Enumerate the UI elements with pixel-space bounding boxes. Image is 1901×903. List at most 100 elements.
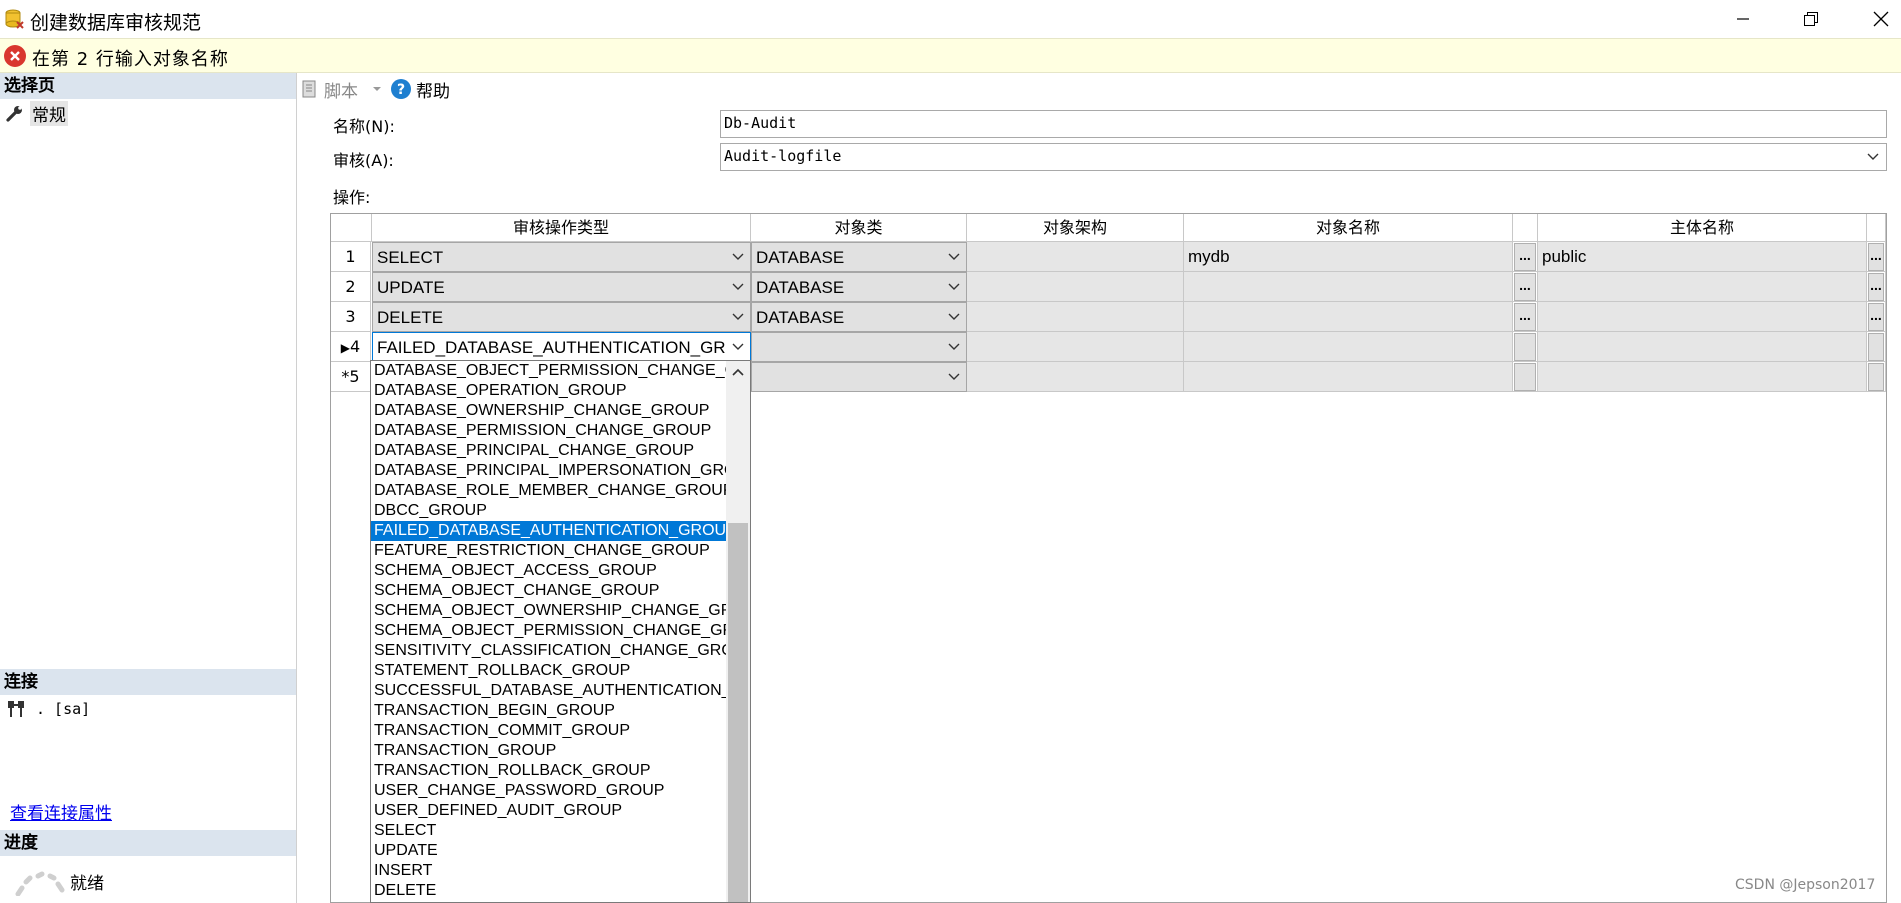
chevron-down-icon[interactable] (726, 273, 750, 301)
dropdown-scrollbar-thumb[interactable] (728, 523, 748, 902)
column-header-object-schema[interactable]: 对象架构 (967, 214, 1184, 242)
dropdown-option[interactable]: FEATURE_RESTRICTION_CHANGE_GROUP (371, 541, 726, 561)
view-connection-properties-link[interactable]: 查看连接属性 (10, 799, 112, 824)
object-name-browse-button-cell: ... (1513, 302, 1538, 332)
dropdown-option[interactable]: DATABASE_OWNERSHIP_CHANGE_GROUP (371, 401, 726, 421)
object-name-cell[interactable] (1184, 302, 1513, 332)
object-class-combo[interactable]: DATABASE (751, 272, 967, 302)
dropdown-option[interactable]: UPDATE (371, 841, 726, 861)
object-schema-cell[interactable] (967, 302, 1184, 332)
chevron-down-icon[interactable] (942, 303, 966, 331)
restore-icon (1804, 12, 1818, 26)
column-header-principal-name[interactable]: 主体名称 (1538, 214, 1867, 242)
minimize-button[interactable] (1713, 0, 1773, 38)
object-schema-cell[interactable] (967, 332, 1184, 362)
action-type-combo[interactable]: DELETE (372, 302, 751, 332)
object-name-cell[interactable]: mydb (1184, 242, 1513, 272)
chevron-down-icon[interactable] (942, 333, 966, 361)
action-type-combo[interactable]: SELECT (372, 242, 751, 272)
dropdown-option[interactable]: DELETE (371, 881, 726, 901)
dropdown-option[interactable]: SCHEMA_OBJECT_CHANGE_GROUP (371, 581, 726, 601)
object-name-browse-button[interactable]: ... (1514, 243, 1536, 271)
column-header-object-class[interactable]: 对象类 (751, 214, 967, 242)
dropdown-option[interactable]: DATABASE_OPERATION_GROUP (371, 381, 726, 401)
close-button[interactable] (1851, 0, 1901, 38)
column-header-object-name[interactable]: 对象名称 (1184, 214, 1513, 242)
dropdown-option[interactable]: STATEMENT_ROLLBACK_GROUP (371, 661, 726, 681)
audit-label: 审核(A): (333, 151, 394, 170)
action-type-dropdown-list[interactable]: DATABASE_OBJECT_PERMISSION_CHANGE_GROUPD… (370, 360, 751, 903)
dropdown-option[interactable]: SENSITIVITY_CLASSIFICATION_CHANGE_GROUP (371, 641, 726, 661)
dropdown-option[interactable]: DATABASE_OBJECT_PERMISSION_CHANGE_GROUP (371, 361, 726, 381)
dropdown-option[interactable]: TRANSACTION_ROLLBACK_GROUP (371, 761, 726, 781)
object-schema-cell[interactable] (967, 242, 1184, 272)
principal-name-browse-button[interactable] (1868, 333, 1884, 361)
principal-name-cell[interactable] (1538, 332, 1867, 362)
dropdown-option[interactable]: INSERT (371, 861, 726, 881)
object-class-combo[interactable]: DATABASE (751, 302, 967, 332)
row-header[interactable]: 3 (331, 302, 371, 332)
chevron-down-icon[interactable] (726, 243, 750, 271)
object-name-browse-button[interactable]: ... (1514, 273, 1536, 301)
restore-button[interactable] (1781, 0, 1841, 38)
object-name-browse-button[interactable] (1514, 333, 1536, 361)
object-name-browse-button[interactable] (1514, 363, 1536, 391)
wrench-icon (6, 106, 22, 122)
dropdown-option[interactable]: DATABASE_ROLE_MEMBER_CHANGE_GROUP (371, 481, 726, 501)
object-schema-cell[interactable] (967, 362, 1184, 392)
audit-select[interactable]: Audit-logfile (720, 143, 1887, 171)
column-header-action-type[interactable]: 审核操作类型 (372, 214, 751, 242)
principal-name-browse-button[interactable]: ... (1868, 303, 1884, 331)
dropdown-option[interactable]: SUCCESSFUL_DATABASE_AUTHENTICATION_GROUP (371, 681, 726, 701)
principal-name-browse-button[interactable]: ... (1868, 243, 1884, 271)
dropdown-option[interactable]: FAILED_DATABASE_AUTHENTICATION_GROUP (371, 521, 726, 541)
principal-name-cell[interactable] (1538, 302, 1867, 332)
dropdown-option[interactable]: DATABASE_PRINCIPAL_IMPERSONATION_GROUP (371, 461, 726, 481)
name-input[interactable]: Db-Audit (720, 110, 1887, 138)
page-item-general[interactable]: 常规 (6, 100, 68, 126)
object-name-browse-button[interactable]: ... (1514, 303, 1536, 331)
chevron-down-icon[interactable] (370, 84, 384, 94)
action-type-combo[interactable]: FAILED_DATABASE_AUTHENTICATION_GR (372, 332, 751, 362)
help-button[interactable]: ? 帮助 (390, 77, 450, 102)
dropdown-option[interactable]: SCHEMA_OBJECT_OWNERSHIP_CHANGE_GROUP (371, 601, 726, 621)
dropdown-option[interactable]: USER_CHANGE_PASSWORD_GROUP (371, 781, 726, 801)
chevron-down-icon[interactable] (942, 273, 966, 301)
dropdown-option[interactable]: USER_DEFINED_AUDIT_GROUP (371, 801, 726, 821)
dropdown-option[interactable]: TRANSACTION_BEGIN_GROUP (371, 701, 726, 721)
script-button[interactable]: 脚本 (300, 77, 358, 102)
principal-name-browse-button[interactable]: ... (1868, 273, 1884, 301)
object-class-combo[interactable]: DATABASE (751, 242, 967, 272)
object-name-cell[interactable] (1184, 272, 1513, 302)
dropdown-option[interactable]: SELECT (371, 821, 726, 841)
object-name-cell[interactable] (1184, 362, 1513, 392)
chevron-down-icon[interactable] (726, 303, 750, 331)
object-class-combo[interactable] (751, 362, 967, 392)
principal-name-cell[interactable]: public (1538, 242, 1867, 272)
principal-name-cell[interactable] (1538, 272, 1867, 302)
dropdown-option[interactable]: DBCC_GROUP (371, 501, 726, 521)
dropdown-option[interactable]: TRANSACTION_COMMIT_GROUP (371, 721, 726, 741)
dropdown-option[interactable]: SCHEMA_OBJECT_ACCESS_GROUP (371, 561, 726, 581)
object-name-cell[interactable] (1184, 332, 1513, 362)
chevron-down-icon[interactable] (726, 333, 750, 361)
chevron-down-icon[interactable] (942, 243, 966, 271)
row-header[interactable]: 1 (331, 242, 371, 272)
row-header[interactable]: *5 (331, 362, 371, 392)
row-number: 2 (345, 277, 356, 296)
action-type-combo[interactable]: UPDATE (372, 272, 751, 302)
chevron-up-icon[interactable] (731, 367, 745, 377)
dropdown-scrollbar[interactable] (726, 361, 750, 902)
principal-name-browse-button[interactable] (1868, 363, 1884, 391)
row-header[interactable]: ▶4 (331, 332, 371, 362)
principal-name-browse-button-cell: ... (1867, 302, 1886, 332)
dropdown-option[interactable]: TRANSACTION_GROUP (371, 741, 726, 761)
object-schema-cell[interactable] (967, 272, 1184, 302)
row-header[interactable]: 2 (331, 272, 371, 302)
dropdown-option[interactable]: SCHEMA_OBJECT_PERMISSION_CHANGE_GROUP (371, 621, 726, 641)
dropdown-option[interactable]: DATABASE_PERMISSION_CHANGE_GROUP (371, 421, 726, 441)
object-class-combo[interactable] (751, 332, 967, 362)
principal-name-cell[interactable] (1538, 362, 1867, 392)
chevron-down-icon[interactable] (942, 363, 966, 391)
dropdown-option[interactable]: DATABASE_PRINCIPAL_CHANGE_GROUP (371, 441, 726, 461)
